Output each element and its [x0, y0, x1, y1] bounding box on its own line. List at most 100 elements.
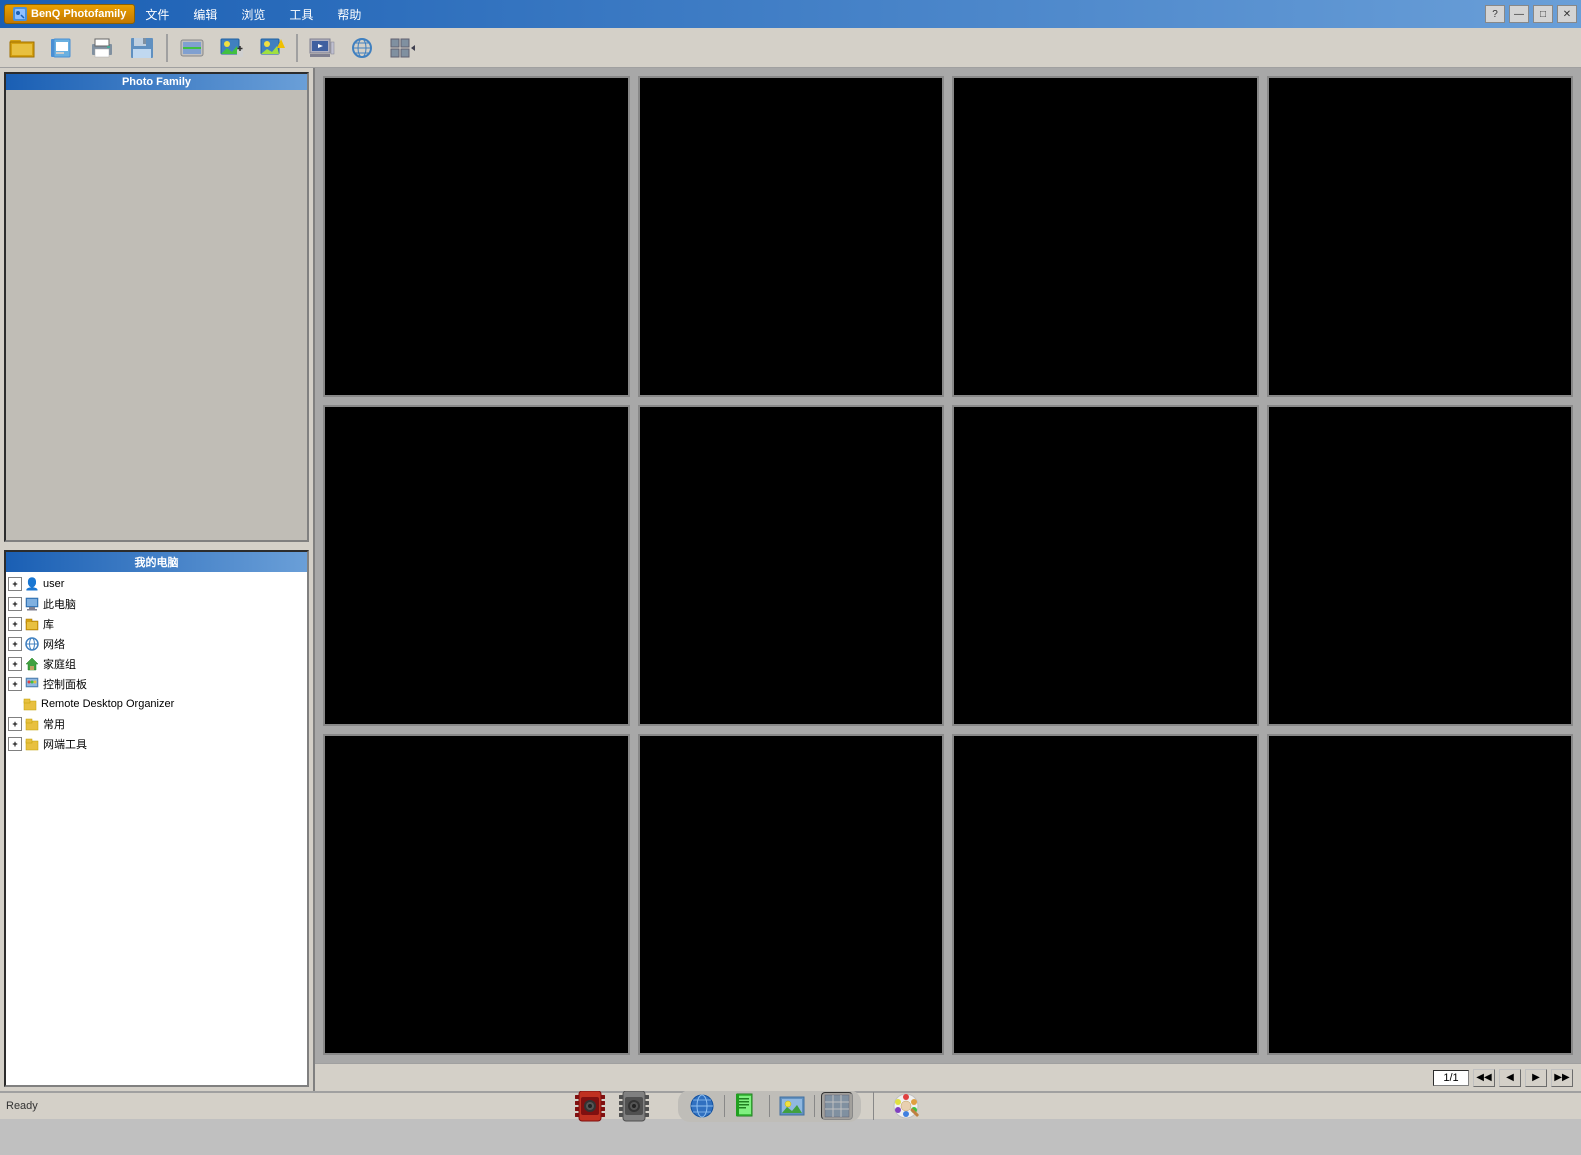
- menu-bar: 文件 编辑 浏览 工具 帮助: [141, 4, 365, 25]
- photo-cell-9[interactable]: [323, 734, 630, 1055]
- content-area: 1/1 ◀◀ ◀ ▶ ▶▶: [315, 68, 1581, 1091]
- photo-cell-11[interactable]: [952, 734, 1259, 1055]
- palette-toolbar-btn[interactable]: [890, 1092, 922, 1120]
- photo-cell-12[interactable]: [1267, 734, 1574, 1055]
- menu-edit[interactable]: 编辑: [189, 4, 221, 25]
- photo-cell-3[interactable]: [952, 76, 1259, 397]
- print-button[interactable]: [84, 32, 120, 64]
- album-icon: [48, 34, 76, 62]
- file-tree[interactable]: 我的电脑 + 👤 user + 此电脑: [4, 550, 309, 1087]
- window-controls: ? — □ ✕: [1485, 5, 1577, 23]
- photo-grid-container[interactable]: [315, 68, 1581, 1063]
- tree-item-homegroup[interactable]: + 家庭组: [6, 654, 307, 674]
- expand-network[interactable]: +: [8, 637, 22, 651]
- slideshow-button[interactable]: [304, 32, 340, 64]
- toolbar-sep-2: [769, 1095, 770, 1117]
- grid-view-icon: [388, 34, 416, 62]
- album-button[interactable]: [44, 32, 80, 64]
- print-icon: [88, 34, 116, 62]
- photo-cell-7[interactable]: [952, 405, 1259, 726]
- photo-cell-1[interactable]: [323, 76, 630, 397]
- photo-grid: [323, 76, 1573, 1055]
- main-layout: Photo Family 我的电脑 + 👤 user +: [0, 68, 1581, 1091]
- photo-cell-10[interactable]: [638, 734, 945, 1055]
- sidebar: Photo Family 我的电脑 + 👤 user +: [0, 68, 315, 1091]
- menu-help[interactable]: 帮助: [333, 4, 365, 25]
- photo-cell-8[interactable]: [1267, 405, 1574, 726]
- next-page-button[interactable]: ▶: [1525, 1069, 1547, 1087]
- open-folder-button[interactable]: [4, 32, 40, 64]
- photo-toolbar-btn[interactable]: [776, 1092, 808, 1120]
- first-page-button[interactable]: ◀◀: [1473, 1069, 1495, 1087]
- toolbar-sep-3: [814, 1095, 815, 1117]
- remote-folder-icon: [22, 696, 38, 712]
- computer-icon: [24, 596, 40, 612]
- save-button[interactable]: [124, 32, 160, 64]
- expand-computer[interactable]: +: [8, 597, 22, 611]
- expand-webtools[interactable]: +: [8, 737, 22, 751]
- prev-page-button[interactable]: ◀: [1499, 1069, 1521, 1087]
- main-toolbar: [0, 28, 1581, 68]
- tree-item-library[interactable]: + 库: [6, 614, 307, 634]
- save-icon: [128, 34, 156, 62]
- expand-library[interactable]: +: [8, 617, 22, 631]
- grid-view-button[interactable]: [384, 32, 420, 64]
- menu-tools[interactable]: 工具: [285, 4, 317, 25]
- photo-cell-2[interactable]: [638, 76, 945, 397]
- expand-user[interactable]: +: [8, 577, 22, 591]
- share-icon: [348, 34, 376, 62]
- tree-item-computer[interactable]: + 此电脑: [6, 594, 307, 614]
- book-toolbar-btn[interactable]: [731, 1092, 763, 1120]
- app-icon: [13, 7, 27, 21]
- globe-toolbar-btn[interactable]: [686, 1092, 718, 1120]
- help-button[interactable]: ?: [1485, 5, 1505, 23]
- last-page-button[interactable]: ▶▶: [1551, 1069, 1573, 1087]
- expand-controlpanel[interactable]: +: [8, 677, 22, 691]
- close-button[interactable]: ✕: [1557, 5, 1577, 23]
- film-canister-1[interactable]: [570, 1088, 610, 1124]
- preview-panel: Photo Family: [4, 72, 309, 542]
- tree-item-common[interactable]: + 常用: [6, 714, 307, 734]
- title-bar: BenQ Photofamily 文件 编辑 浏览 工具 帮助 ? — □ ✕: [0, 0, 1581, 28]
- tree-item-controlpanel[interactable]: + 控制面板: [6, 674, 307, 694]
- photo-cell-4[interactable]: [1267, 76, 1574, 397]
- common-folder-icon: [24, 716, 40, 732]
- scan-button[interactable]: [174, 32, 210, 64]
- bottom-toolbar: [570, 1088, 922, 1124]
- edit-photo-button[interactable]: [214, 32, 250, 64]
- effects-button[interactable]: [254, 32, 290, 64]
- expand-homegroup[interactable]: +: [8, 657, 22, 671]
- separator-1: [166, 34, 168, 62]
- controlpanel-icon: [24, 676, 40, 692]
- share-button[interactable]: [344, 32, 380, 64]
- tree-title: 我的电脑: [6, 552, 307, 572]
- menu-view[interactable]: 浏览: [237, 4, 269, 25]
- tree-item-user[interactable]: + 👤 user: [6, 574, 307, 594]
- photo-cell-5[interactable]: [323, 405, 630, 726]
- film-canister-2[interactable]: [614, 1088, 654, 1124]
- view-toolbar-group: [678, 1090, 861, 1122]
- status-bar: Ready: [0, 1091, 1581, 1119]
- toolbar-sep-1: [724, 1095, 725, 1117]
- photo-cell-6[interactable]: [638, 405, 945, 726]
- open-folder-icon: [8, 34, 36, 62]
- slideshow-icon: [308, 34, 336, 62]
- toolbar-sep-4: [873, 1092, 874, 1120]
- menu-file[interactable]: 文件: [141, 4, 173, 25]
- library-icon: [24, 616, 40, 632]
- tree-item-webtools[interactable]: + 网端工具: [6, 734, 307, 754]
- user-icon: 👤: [24, 576, 40, 592]
- status-text: Ready: [6, 1100, 38, 1112]
- pagination-bar: 1/1 ◀◀ ◀ ▶ ▶▶: [315, 1063, 1581, 1091]
- expand-common[interactable]: +: [8, 717, 22, 731]
- title-bar-left: BenQ Photofamily 文件 编辑 浏览 工具 帮助: [4, 4, 365, 25]
- tree-item-remote[interactable]: Remote Desktop Organizer: [6, 694, 307, 714]
- minimize-button[interactable]: —: [1509, 5, 1529, 23]
- app-menu-button[interactable]: BenQ Photofamily: [4, 4, 135, 24]
- maximize-button[interactable]: □: [1533, 5, 1553, 23]
- grid-toolbar-btn[interactable]: [821, 1092, 853, 1120]
- tree-item-network[interactable]: + 网络: [6, 634, 307, 654]
- effects-icon: [258, 34, 286, 62]
- network-icon: [24, 636, 40, 652]
- scan-icon: [178, 34, 206, 62]
